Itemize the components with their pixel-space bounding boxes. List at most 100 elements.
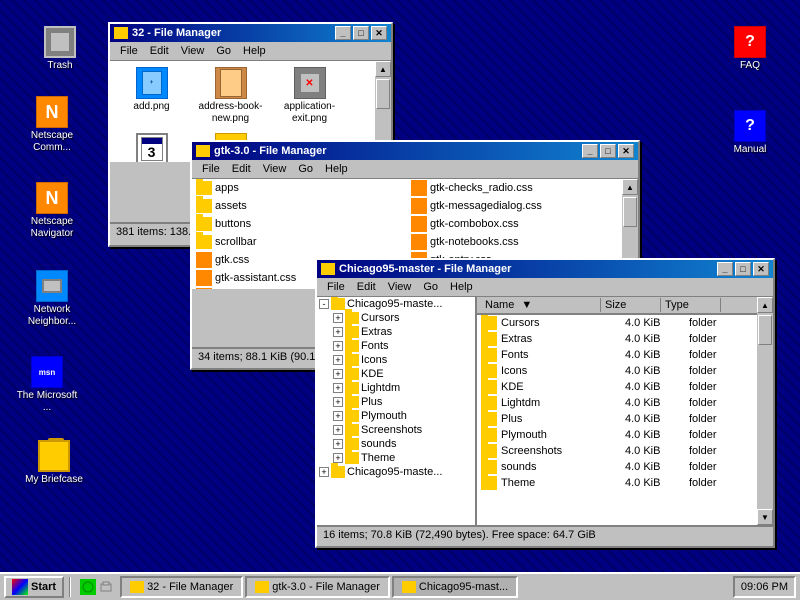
tree-expand-icons[interactable]: +: [333, 355, 343, 365]
tree-expand-plymouth[interactable]: +: [333, 411, 343, 421]
scroll-thumb-fm1[interactable]: [376, 79, 390, 109]
menu-go-fm3[interactable]: Go: [417, 280, 444, 294]
tree-item-kde[interactable]: + KDE: [317, 367, 475, 381]
tree-expand-root[interactable]: -: [319, 299, 329, 309]
menu-file-fm1[interactable]: File: [114, 44, 144, 58]
grid-item-add-png[interactable]: + add.png: [114, 65, 189, 127]
tree-item-cursors[interactable]: + Cursors: [317, 311, 475, 325]
scroll-up-fm1[interactable]: ▲: [375, 61, 391, 77]
tree-expand-chicago-bottom[interactable]: +: [319, 467, 329, 477]
maximize-btn-fm1[interactable]: □: [353, 26, 369, 40]
file-item-buttons[interactable]: buttons: [192, 215, 407, 233]
taskbar-item-fm1[interactable]: 32 - File Manager: [120, 576, 243, 598]
desktop-icon-netscape-nav[interactable]: N Netscape Navigator: [20, 182, 84, 240]
maximize-btn-fm3[interactable]: □: [735, 262, 751, 276]
close-btn-fm3[interactable]: ✕: [753, 262, 769, 276]
col-header-name[interactable]: Name ▼: [481, 298, 601, 312]
scroll-thumb-fm3[interactable]: [758, 315, 772, 345]
detail-row-lightdm[interactable]: Lightdm 4.0 KiB folder: [477, 395, 757, 411]
file-item-gtk-messagedialog[interactable]: gtk-messagedialog.css: [407, 197, 622, 215]
detail-row-sounds[interactable]: sounds 4.0 KiB folder: [477, 459, 757, 475]
window-titlebar-fm3[interactable]: Chicago95-master - File Manager _ □ ✕: [317, 260, 773, 278]
taskbar-item-fm3[interactable]: Chicago95-mast...: [392, 576, 518, 598]
start-button[interactable]: Start: [4, 576, 64, 598]
detail-row-plus[interactable]: Plus 4.0 KiB folder: [477, 411, 757, 427]
menu-edit-fm2[interactable]: Edit: [226, 162, 257, 176]
menu-view-fm3[interactable]: View: [382, 280, 418, 294]
col-header-type[interactable]: Type: [661, 298, 721, 312]
detail-row-plymouth[interactable]: Plymouth 4.0 KiB folder: [477, 427, 757, 443]
minimize-btn-fm3[interactable]: _: [717, 262, 733, 276]
scroll-thumb-fm2[interactable]: [623, 197, 637, 227]
desktop-icon-microsoft[interactable]: msn The Microsoft ...: [15, 356, 79, 414]
menu-view-fm1[interactable]: View: [175, 44, 211, 58]
desktop-icon-faq[interactable]: ? FAQ: [718, 26, 782, 72]
grid-item-appointment[interactable]: 3 appointment.png: [114, 131, 189, 162]
detail-row-theme[interactable]: Theme 4.0 KiB folder: [477, 475, 757, 491]
scroll-up-fm2[interactable]: ▲: [622, 179, 638, 195]
menu-edit-fm3[interactable]: Edit: [351, 280, 382, 294]
detail-row-kde[interactable]: KDE 4.0 KiB folder: [477, 379, 757, 395]
desktop-icon-manual[interactable]: ? Manual: [718, 110, 782, 156]
tree-item-screenshots[interactable]: + Screenshots: [317, 423, 475, 437]
menu-view-fm2[interactable]: View: [257, 162, 293, 176]
tree-item-sounds[interactable]: + sounds: [317, 437, 475, 451]
tree-expand-extras[interactable]: +: [333, 327, 343, 337]
css-icon-assistant: [196, 270, 212, 286]
tree-item-chicago-bottom[interactable]: + Chicago95-maste...: [317, 465, 475, 479]
minimize-btn-fm1[interactable]: _: [335, 26, 351, 40]
tree-expand-plus[interactable]: +: [333, 397, 343, 407]
menu-help-fm1[interactable]: Help: [237, 44, 272, 58]
tree-expand-theme[interactable]: +: [333, 453, 343, 463]
desktop-icon-briefcase[interactable]: My Briefcase: [22, 440, 86, 486]
desktop-icon-trash[interactable]: Trash: [28, 26, 92, 72]
col-header-size[interactable]: Size: [601, 298, 661, 312]
menu-help-fm3[interactable]: Help: [444, 280, 479, 294]
tree-item-root[interactable]: - Chicago95-maste...: [317, 297, 475, 311]
desktop-icon-network[interactable]: Network Neighbor...: [20, 270, 84, 328]
menu-file-fm2[interactable]: File: [196, 162, 226, 176]
tree-item-icons[interactable]: + Icons: [317, 353, 475, 367]
taskbar-item-fm2[interactable]: gtk-3.0 - File Manager: [245, 576, 390, 598]
tree-item-fonts[interactable]: + Fonts: [317, 339, 475, 353]
tree-item-lightdm[interactable]: + Lightdm: [317, 381, 475, 395]
desktop-icon-netscape-comm[interactable]: N Netscape Comm...: [20, 96, 84, 154]
tree-expand-kde[interactable]: +: [333, 369, 343, 379]
scroll-up-fm3[interactable]: ▲: [757, 297, 773, 313]
tree-pane-fm3: - Chicago95-maste... + Cursors + Extras …: [317, 297, 477, 525]
tree-item-plus[interactable]: + Plus: [317, 395, 475, 409]
tree-item-plymouth[interactable]: + Plymouth: [317, 409, 475, 423]
tree-expand-lightdm[interactable]: +: [333, 383, 343, 393]
menu-go-fm2[interactable]: Go: [292, 162, 319, 176]
maximize-btn-fm2[interactable]: □: [600, 144, 616, 158]
detail-row-screenshots[interactable]: Screenshots 4.0 KiB folder: [477, 443, 757, 459]
tree-expand-cursors[interactable]: +: [333, 313, 343, 323]
window-titlebar-fm2[interactable]: gtk-3.0 - File Manager _ □ ✕: [192, 142, 638, 160]
tree-expand-screenshots[interactable]: +: [333, 425, 343, 435]
detail-row-fonts[interactable]: Fonts 4.0 KiB folder: [477, 347, 757, 363]
detail-row-icons[interactable]: Icons 4.0 KiB folder: [477, 363, 757, 379]
minimize-btn-fm2[interactable]: _: [582, 144, 598, 158]
file-item-apps[interactable]: apps: [192, 179, 407, 197]
file-item-assets[interactable]: assets: [192, 197, 407, 215]
tree-item-theme[interactable]: + Theme: [317, 451, 475, 465]
close-btn-fm2[interactable]: ✕: [618, 144, 634, 158]
detail-row-cursors[interactable]: Cursors 4.0 KiB folder: [477, 315, 757, 331]
scroll-down-fm3[interactable]: ▼: [757, 509, 773, 525]
file-item-gtk-notebooks[interactable]: gtk-notebooks.css: [407, 233, 622, 251]
detail-row-extras[interactable]: Extras 4.0 KiB folder: [477, 331, 757, 347]
tree-expand-fonts[interactable]: +: [333, 341, 343, 351]
menu-file-fm3[interactable]: File: [321, 280, 351, 294]
menu-help-fm2[interactable]: Help: [319, 162, 354, 176]
menu-go-fm1[interactable]: Go: [210, 44, 237, 58]
grid-item-address-book[interactable]: address-book-new.png: [193, 65, 268, 127]
tree-expand-sounds[interactable]: +: [333, 439, 343, 449]
close-btn-fm1[interactable]: ✕: [371, 26, 387, 40]
window-titlebar-fm1[interactable]: 32 - File Manager _ □ ✕: [110, 24, 391, 42]
file-item-scrollbar[interactable]: scrollbar: [192, 233, 407, 251]
menu-edit-fm1[interactable]: Edit: [144, 44, 175, 58]
grid-item-app-exit[interactable]: ✕ application-exit.png: [272, 65, 347, 127]
file-item-gtk-checks[interactable]: gtk-checks_radio.css: [407, 179, 622, 197]
tree-item-extras[interactable]: + Extras: [317, 325, 475, 339]
file-item-gtk-combobox[interactable]: gtk-combobox.css: [407, 215, 622, 233]
